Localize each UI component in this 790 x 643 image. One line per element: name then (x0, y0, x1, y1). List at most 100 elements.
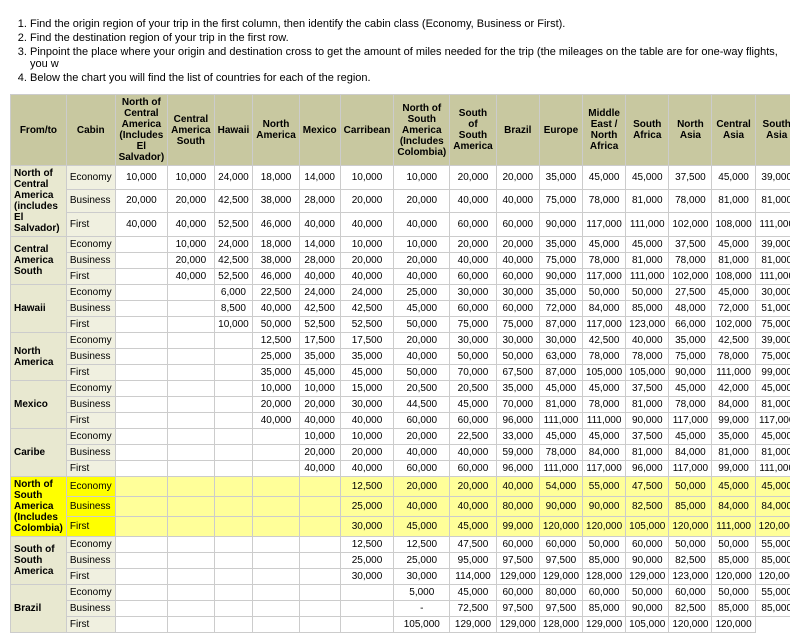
data-cell: 60,000 (539, 537, 582, 553)
data-cell: 105,000 (626, 365, 669, 381)
region-label: Central America South (11, 237, 67, 285)
data-cell: 37,500 (669, 237, 712, 253)
data-cell: 18,000 (253, 237, 299, 253)
data-cell: 25,000 (340, 553, 394, 569)
data-cell: 105,000 (394, 617, 450, 633)
steps-list: Find the origin region of your trip in t… (30, 18, 780, 84)
data-cell: 20,000 (115, 189, 168, 213)
data-cell (115, 477, 168, 497)
data-cell: 45,000 (340, 365, 394, 381)
data-cell: 40,000 (299, 213, 340, 237)
table-row: First40,00040,00040,00060,00060,00096,00… (11, 413, 790, 429)
data-cell: 129,000 (583, 617, 626, 633)
data-cell: 20,000 (299, 445, 340, 461)
data-cell: 82,500 (669, 553, 712, 569)
data-cell: 84,000 (712, 497, 755, 517)
data-cell: 10,000 (299, 429, 340, 445)
data-cell: 44,500 (394, 397, 450, 413)
data-cell: 37,500 (626, 381, 669, 397)
data-cell: 60,000 (669, 585, 712, 601)
data-cell (214, 517, 253, 537)
data-cell: 80,000 (539, 585, 582, 601)
data-cell: 72,500 (450, 601, 496, 617)
data-cell: 10,000 (340, 237, 394, 253)
data-cell (115, 585, 168, 601)
cabin-cell: First (66, 269, 115, 285)
table-row: HawaiiEconomy6,00022,50024,00024,00025,0… (11, 285, 790, 301)
data-cell: 30,000 (340, 517, 394, 537)
col-north-central-america: North of Central America (Includes El Sa… (115, 95, 168, 166)
data-cell: 40,000 (450, 253, 496, 269)
data-cell: 129,000 (496, 617, 539, 633)
data-cell: 99,000 (496, 517, 539, 537)
data-cell: 40,000 (496, 477, 539, 497)
data-cell (115, 253, 168, 269)
data-cell: 78,000 (583, 349, 626, 365)
data-cell (168, 537, 214, 553)
data-cell: 33,000 (496, 429, 539, 445)
table-row: Business8,50040,00042,50042,50045,00060,… (11, 301, 790, 317)
data-cell: 42,000 (712, 381, 755, 397)
col-central-asia: Central Asia (712, 95, 755, 166)
region-label: Brazil (11, 585, 67, 633)
data-cell: 97,500 (496, 601, 539, 617)
data-cell (115, 569, 168, 585)
data-cell: 81,000 (626, 445, 669, 461)
data-cell: 35,000 (669, 333, 712, 349)
data-cell: 42,500 (712, 333, 755, 349)
data-cell: 96,000 (496, 461, 539, 477)
data-cell: 40,000 (299, 461, 340, 477)
data-cell: 81,000 (755, 445, 790, 461)
data-cell: 50,000 (669, 537, 712, 553)
data-cell: 40,000 (626, 333, 669, 349)
data-cell: 99,000 (712, 413, 755, 429)
data-cell: 78,000 (669, 189, 712, 213)
data-cell (168, 365, 214, 381)
data-cell: 111,000 (539, 413, 582, 429)
col-south-africa: South Africa (626, 95, 669, 166)
data-cell: 40,000 (394, 349, 450, 365)
data-cell (214, 413, 253, 429)
step-2: Find the destination region of your trip… (30, 32, 780, 44)
data-cell: 45,000 (539, 429, 582, 445)
data-cell: 105,000 (626, 517, 669, 537)
region-label: Hawaii (11, 285, 67, 333)
data-cell: 102,000 (712, 317, 755, 333)
data-cell: 20,000 (168, 189, 214, 213)
cabin-cell: Economy (66, 429, 115, 445)
data-cell: 120,000 (712, 569, 755, 585)
data-cell: 108,000 (712, 269, 755, 285)
step-4: Below the chart you will find the list o… (30, 72, 780, 84)
data-cell: 12,500 (340, 537, 394, 553)
data-cell: 40,000 (450, 445, 496, 461)
data-cell (214, 445, 253, 461)
table-row: Business20,00020,00030,00044,50045,00070… (11, 397, 790, 413)
data-cell: 52,500 (299, 317, 340, 333)
data-cell: 60,000 (496, 213, 539, 237)
data-cell: 35,000 (539, 237, 582, 253)
table-row: First35,00045,00045,00050,00070,00067,50… (11, 365, 790, 381)
data-cell (299, 497, 340, 517)
data-cell: 52,500 (214, 269, 253, 285)
data-cell (214, 601, 253, 617)
data-cell: 111,000 (755, 269, 790, 285)
data-cell: 8,500 (214, 301, 253, 317)
cabin-cell: Economy (66, 585, 115, 601)
data-cell: 45,000 (712, 477, 755, 497)
data-cell: 60,000 (626, 537, 669, 553)
table-row: First30,00030,000114,000129,000129,00012… (11, 569, 790, 585)
data-cell: 10,000 (299, 381, 340, 397)
data-cell: 123,000 (669, 569, 712, 585)
data-cell: 96,000 (496, 413, 539, 429)
data-cell: 10,000 (168, 166, 214, 190)
data-cell: 66,000 (669, 317, 712, 333)
data-cell: 70,000 (450, 365, 496, 381)
data-cell (299, 617, 340, 633)
data-cell: 111,000 (755, 461, 790, 477)
col-carribean: Carribean (340, 95, 394, 166)
data-cell: 12,500 (253, 333, 299, 349)
data-cell: 39,000 (755, 237, 790, 253)
data-cell: 111,000 (539, 461, 582, 477)
data-cell: 80,000 (496, 497, 539, 517)
data-cell: 35,000 (539, 285, 582, 301)
